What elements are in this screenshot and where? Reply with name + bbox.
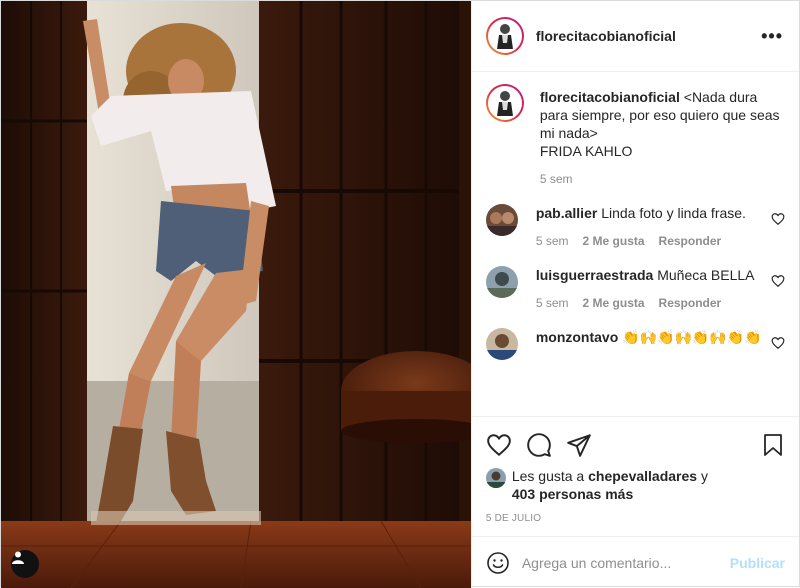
add-comment-bar: Publicar (471, 536, 799, 588)
heart-icon[interactable] (771, 274, 785, 288)
likes-prefix: Les gusta a (511, 468, 589, 484)
comment-text: 👏🙌👏🙌👏🙌👏👏 (622, 329, 762, 345)
user-icon (12, 551, 24, 564)
likes-others[interactable]: 403 personas más (512, 486, 633, 502)
commenter-avatar-image (485, 266, 518, 298)
caption-avatar-image (496, 91, 513, 116)
comment-time[interactable]: 5 sem (536, 296, 569, 310)
comment-text: Muñeca BELLA (657, 267, 755, 283)
caption-time[interactable]: 5 sem (540, 172, 573, 186)
photo-illustration (1, 1, 471, 588)
heart-icon[interactable] (771, 212, 785, 226)
caption-username[interactable]: florecitacobianoficial (540, 89, 680, 105)
commenter-avatar[interactable] (485, 266, 518, 298)
post-actions: Les gusta a chepevalladares y 403 person… (471, 416, 799, 536)
comment-input[interactable] (521, 554, 730, 571)
comment-item: luisguerraestrada Muñeca BELLA 5 sem 2 M… (485, 266, 785, 310)
caption-meta: 5 sem (540, 172, 785, 186)
author-avatar-image (496, 24, 513, 49)
more-horizontal-icon[interactable]: ••• (761, 26, 783, 47)
comment-item: monzontavo 👏🙌👏🙌👏🙌👏👏 (485, 328, 785, 360)
post-side-panel: florecitacobianoficial ••• florecitacobi… (470, 1, 799, 588)
post-dialog: florecitacobianoficial ••• florecitacobi… (0, 0, 800, 588)
commenter-avatar-image (485, 204, 518, 236)
likes-suffix: y (697, 468, 708, 484)
author-username[interactable]: florecitacobianoficial (536, 28, 761, 44)
comment-text: Linda foto y linda frase. (601, 205, 746, 221)
commenter-avatar-image (485, 328, 518, 360)
comment-likes[interactable]: 2 Me gusta (583, 296, 645, 310)
comment-username[interactable]: monzontavo (536, 329, 618, 345)
liker-avatar[interactable] (485, 468, 506, 488)
author-avatar[interactable] (485, 17, 524, 55)
liker-username[interactable]: chepevalladares (588, 468, 697, 484)
action-icons (486, 425, 785, 465)
publish-button[interactable]: Publicar (730, 555, 785, 571)
heart-icon[interactable] (771, 336, 785, 350)
comment-icon[interactable] (526, 432, 552, 458)
post-date[interactable]: 5 DE JULIO (486, 513, 785, 524)
likes-summary: Les gusta a chepevalladares y 403 person… (485, 467, 785, 503)
bookmark-icon[interactable] (761, 432, 785, 458)
commenter-avatar[interactable] (485, 204, 518, 236)
share-icon[interactable] (566, 432, 592, 458)
comments-list[interactable]: florecitacobianoficial <Nada dura para s… (472, 72, 799, 416)
commenter-avatar[interactable] (485, 328, 518, 360)
comment-likes[interactable]: 2 Me gusta (583, 234, 645, 248)
caption-text: florecitacobianoficial <Nada dura para s… (540, 88, 785, 160)
post-header: florecitacobianoficial ••• (471, 1, 799, 72)
caption: florecitacobianoficial <Nada dura para s… (485, 84, 785, 186)
liker-avatar-image (485, 468, 506, 488)
comment-username[interactable]: pab.allier (536, 205, 597, 221)
emoji-icon[interactable] (486, 551, 510, 575)
comment-username[interactable]: luisguerraestrada (536, 267, 654, 283)
caption-avatar[interactable] (485, 84, 524, 122)
comment-item: pab.allier Linda foto y linda frase. 5 s… (485, 204, 785, 248)
reply-button[interactable]: Responder (659, 296, 722, 310)
like-heart-icon[interactable] (486, 432, 512, 458)
comment-time[interactable]: 5 sem (536, 234, 569, 248)
reply-button[interactable]: Responder (659, 234, 722, 248)
post-photo[interactable] (1, 1, 471, 588)
tagged-users-button[interactable] (11, 550, 39, 578)
